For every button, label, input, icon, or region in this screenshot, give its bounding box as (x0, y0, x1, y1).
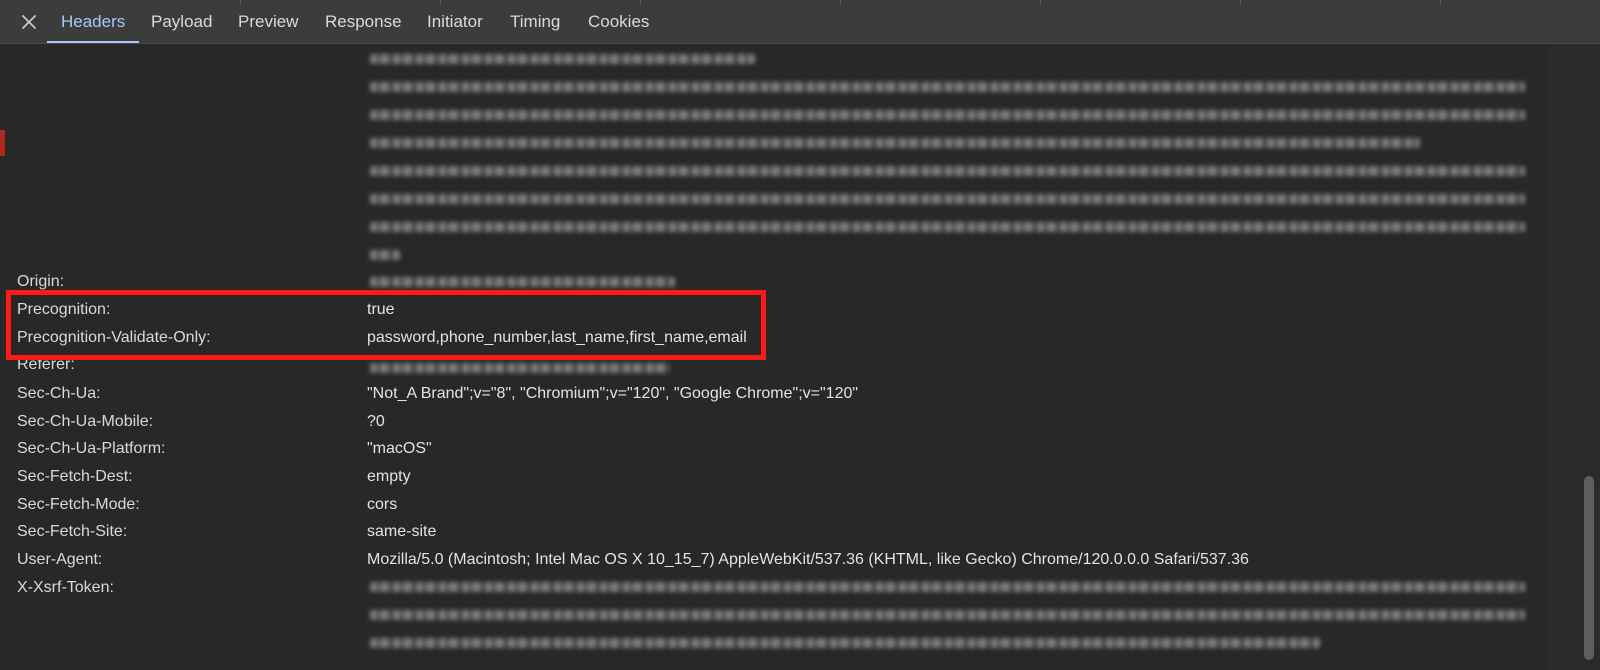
close-panel-button[interactable] (18, 11, 40, 33)
header-name-user-agent: User-Agent: (17, 551, 103, 568)
header-name-origin: Origin: (17, 273, 65, 290)
redacted-xsrf-token-value (370, 580, 1530, 660)
tab-initiator[interactable]: Initiator (427, 0, 483, 43)
header-value-sec-fetch-site: same-site (367, 523, 437, 540)
header-name-sec-ch-ua: Sec-Ch-Ua: (17, 385, 101, 402)
header-name-precognition: Precognition: (17, 301, 111, 318)
header-name-precognition-validate-only: Precognition-Validate-Only: (17, 329, 211, 346)
tab-headers[interactable]: Headers (46, 0, 140, 43)
header-value-user-agent: Mozilla/5.0 (Macintosh; Intel Mac OS X 1… (367, 551, 1249, 568)
vertical-scrollbar[interactable] (1548, 44, 1600, 670)
header-name-referer: Referer: (17, 356, 75, 373)
header-name-sec-ch-ua-mobile: Sec-Ch-Ua-Mobile: (17, 413, 154, 430)
redacted-origin-value (370, 275, 680, 289)
header-name-sec-fetch-site: Sec-Fetch-Site: (17, 523, 128, 540)
tab-cookies[interactable]: Cookies (588, 0, 649, 43)
scrollbar-thumb[interactable] (1584, 476, 1594, 660)
header-value-sec-ch-ua-mobile: ?0 (367, 413, 385, 430)
tab-timing[interactable]: Timing (510, 0, 560, 43)
header-name-sec-fetch-mode: Sec-Fetch-Mode: (17, 496, 140, 513)
header-name-sec-ch-ua-platform: Sec-Ch-Ua-Platform: (17, 440, 166, 457)
header-value-sec-ch-ua: "Not_A Brand";v="8", "Chromium";v="120",… (367, 385, 859, 402)
header-value-sec-ch-ua-platform: "macOS" (367, 440, 432, 457)
tab-preview[interactable]: Preview (238, 0, 298, 43)
header-name-sec-fetch-dest: Sec-Fetch-Dest: (17, 468, 133, 485)
redacted-value (370, 52, 1530, 262)
tab-response[interactable]: Response (325, 0, 402, 43)
request-headers-list: Origin: Precognition: true Precognition-… (0, 44, 1550, 670)
tab-payload[interactable]: Payload (151, 0, 212, 43)
devtools-tab-bar: Headers Payload Preview Response Initiat… (0, 0, 1600, 44)
header-value-precognition: true (367, 301, 395, 318)
header-value-sec-fetch-mode: cors (367, 496, 398, 513)
header-name-x-xsrf-token: X-Xsrf-Token: (17, 579, 114, 596)
header-value-precognition-validate-only: password,phone_number,last_name,first_na… (367, 329, 747, 346)
header-value-sec-fetch-dest: empty (367, 468, 411, 485)
close-icon (22, 15, 36, 29)
redacted-referer-value (370, 362, 680, 374)
